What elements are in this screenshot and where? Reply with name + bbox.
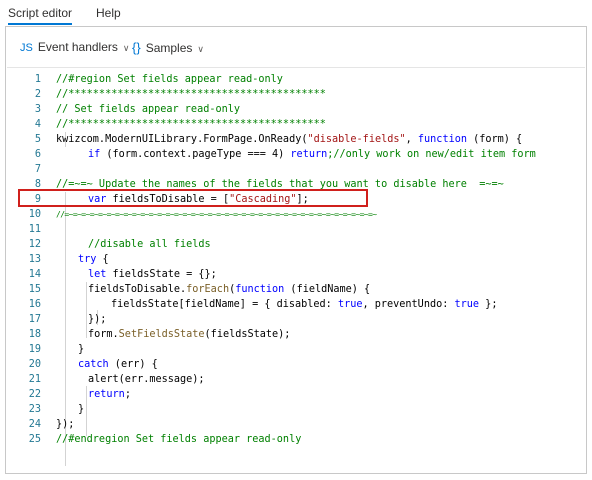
- code-token: if: [88, 149, 101, 160]
- chevron-down-icon: ∨: [197, 44, 204, 54]
- event-handlers-dropdown[interactable]: JS Event handlers ∨: [20, 40, 130, 54]
- code-line: return;: [88, 387, 131, 402]
- code-token: (form) {: [466, 134, 523, 145]
- line-number: 5: [34, 134, 41, 145]
- line-number: 1: [34, 74, 41, 85]
- line-number: 18: [28, 329, 41, 340]
- line-number: 15: [28, 284, 41, 295]
- code-line: fieldsToDisable.forEach(function (fieldN…: [88, 282, 370, 297]
- code-token: {: [96, 254, 109, 265]
- code-token: ,: [405, 134, 418, 145]
- code-line: });: [88, 314, 107, 325]
- code-line: //=~=~=~=~=~=~=~=~=~=~=~=~=~=~=~=~=~=~=~…: [56, 210, 377, 219]
- line-number: 12: [28, 239, 41, 250]
- tab-script-editor[interactable]: Script editor: [8, 6, 73, 25]
- code-token: fieldsToDisable.: [88, 284, 187, 295]
- code-token: (fieldsState);: [204, 329, 291, 340]
- code-token: (fieldName) {: [284, 284, 371, 295]
- event-handlers-label: Event handlers: [37, 40, 118, 54]
- line-number: 13: [28, 254, 41, 265]
- braces-icon: {}: [132, 40, 141, 55]
- line-number: 10: [28, 209, 41, 220]
- line-number: 6: [34, 149, 41, 160]
- code-token: function: [417, 134, 467, 145]
- line-number: 2: [34, 89, 41, 100]
- code-line: //**************************************…: [56, 89, 326, 100]
- code-token: (err) {: [108, 359, 158, 370]
- line-number: 16: [28, 299, 41, 310]
- chevron-down-icon: ∨: [122, 43, 130, 53]
- code-line: fieldsState[fieldName] = { disabled: tru…: [111, 297, 497, 312]
- editor-toolbar: JS Event handlers ∨ {} Samples ∨: [6, 27, 586, 67]
- code-token: };: [479, 299, 498, 310]
- code-token: (form.context.pageType === 4): [100, 149, 291, 160]
- code-token: ;//only work on new/edit item form: [327, 149, 536, 160]
- code-line: //#endregion Set fields appear read-only: [56, 434, 302, 445]
- code-token: fieldsState[fieldName] = { disabled:: [111, 299, 338, 310]
- code-token: ;: [124, 389, 131, 400]
- code-token: function: [235, 284, 285, 295]
- code-token: form.: [88, 329, 119, 340]
- line-number: 19: [28, 344, 41, 355]
- line-number: 22: [28, 389, 41, 400]
- indent-guide: [86, 386, 87, 436]
- tab-help[interactable]: Help: [96, 6, 121, 20]
- code-token: catch: [78, 359, 109, 370]
- line-number: 24: [28, 419, 41, 430]
- code-editor[interactable]: 1 //#region Set fields appear read-only 2…: [7, 67, 585, 468]
- code-token: true: [337, 299, 363, 310]
- code-token: SetFieldsState: [118, 329, 205, 340]
- line-number: 14: [28, 269, 41, 280]
- line-number: 20: [28, 359, 41, 370]
- code-line: let fieldsState = {};: [88, 267, 217, 282]
- samples-label: Samples: [145, 41, 193, 55]
- code-line: }: [78, 344, 85, 355]
- code-line: });: [56, 419, 75, 430]
- line-number: 11: [28, 224, 41, 235]
- code-token: return: [290, 149, 328, 160]
- code-token: "disable-fields": [307, 134, 406, 145]
- code-line: // Set fields appear read-only: [56, 104, 241, 115]
- samples-dropdown[interactable]: {} Samples ∨: [132, 40, 204, 55]
- code-line: try {: [78, 252, 109, 267]
- code-token: try: [78, 254, 97, 265]
- tab-bar: Script editor Help: [0, 0, 592, 26]
- code-token: kwizcom.ModernUILibrary.FormPage.OnReady…: [56, 134, 308, 145]
- line-number: 17: [28, 314, 41, 325]
- indent-guide: [86, 282, 87, 338]
- code-line: //disable all fields: [88, 239, 211, 250]
- code-line: //#region Set fields appear read-only: [56, 74, 283, 85]
- code-line: //**************************************…: [56, 119, 326, 130]
- code-line: }: [78, 404, 85, 415]
- line-number: 25: [28, 434, 41, 445]
- code-token: fieldsState = {};: [106, 269, 217, 280]
- highlight-box: [18, 189, 368, 207]
- line-number: 4: [34, 119, 41, 130]
- line-number: 21: [28, 374, 41, 385]
- script-editor-panel: JS Event handlers ∨ {} Samples ∨ 1 //#region …: [5, 26, 587, 474]
- line-number: 3: [34, 104, 41, 115]
- code-token: return: [88, 389, 125, 400]
- code-token: forEach: [186, 284, 230, 295]
- code-line: if (form.context.pageType === 4) return;…: [88, 147, 536, 162]
- code-line: catch (err) {: [78, 357, 158, 372]
- line-number: 7: [34, 164, 41, 175]
- code-line: kwizcom.ModernUILibrary.FormPage.OnReady…: [56, 132, 522, 147]
- code-token: , preventUndo:: [362, 299, 455, 310]
- line-number: 23: [28, 404, 41, 415]
- code-line: form.SetFieldsState(fieldsState);: [88, 327, 290, 342]
- code-line: alert(err.message);: [88, 374, 205, 385]
- javascript-icon: JS: [20, 42, 33, 54]
- code-token: true: [454, 299, 480, 310]
- code-token: let: [88, 269, 107, 280]
